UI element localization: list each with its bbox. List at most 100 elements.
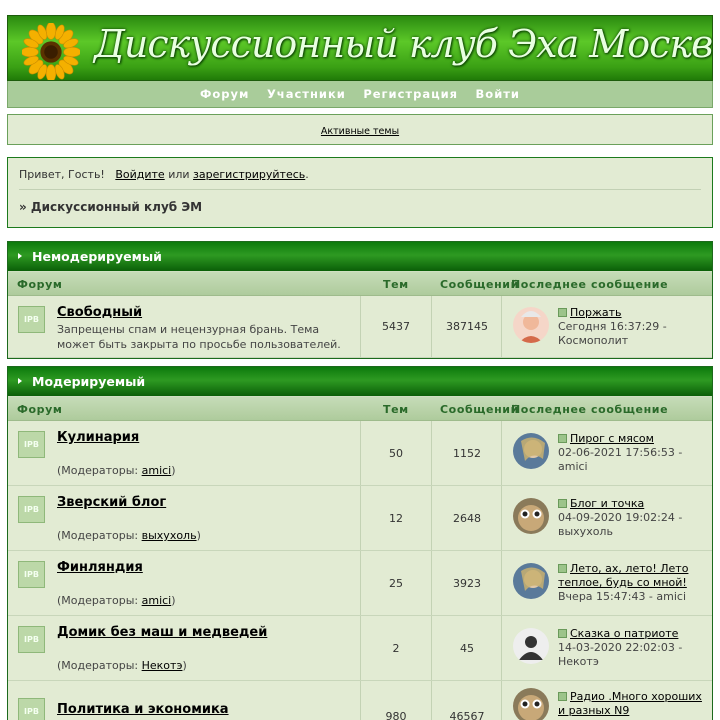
greeting-end: . [305, 168, 309, 181]
moderators-label: (Модераторы: [57, 529, 139, 542]
last-post-meta: Вчера 15:47:43 - amici [558, 590, 687, 603]
forum-status-icon: IPB [18, 698, 45, 720]
forum-moderators: (Модераторы: Некотэ) [57, 658, 357, 673]
col-last-post: Последнее сообщение [511, 403, 669, 416]
post-count: 1152 [453, 447, 481, 460]
forum-status-icon: IPB [18, 306, 45, 333]
category-header[interactable]: Немодерируемый [8, 242, 712, 271]
last-post-meta: Сегодня 16:37:29 - Космополит [558, 320, 667, 347]
last-post-link[interactable]: Блог и точка [570, 497, 644, 510]
user-avatar[interactable] [513, 307, 549, 343]
moderator-link[interactable]: amici [142, 594, 172, 607]
last-post-meta: 04-09-2020 19:02:24 - выхухоль [558, 511, 683, 538]
moderators-close: ) [171, 464, 176, 477]
moderator-link[interactable]: выхухоль [142, 529, 197, 542]
post-icon [558, 692, 567, 701]
category-header[interactable]: Модерируемый [8, 367, 712, 396]
forum-title-link[interactable]: Финляндия [57, 560, 143, 575]
last-post-link[interactable]: Пирог с мясом [570, 432, 654, 445]
moderator-link[interactable]: amici [142, 464, 172, 477]
moderators-label: (Модераторы: [57, 464, 139, 477]
topic-count: 50 [389, 447, 403, 460]
forum-title-link[interactable]: Свободный [57, 305, 142, 320]
greeting-text: Привет, Гость! [19, 168, 105, 181]
forum-row: IPB Свободный Запрещены спам и нецензурн… [8, 296, 712, 358]
sunflower-logo-icon [22, 23, 80, 80]
forum-row: IPB Кулинария (Модераторы: amici) 50 115… [8, 421, 712, 486]
active-topics-link[interactable]: Активные темы [321, 126, 399, 137]
col-posts: Сообщений [440, 403, 519, 416]
forum-status-icon: IPB [18, 626, 45, 653]
post-icon [558, 564, 567, 573]
forum-moderators: (Модераторы: выхухоль) [57, 528, 357, 543]
login-link[interactable]: Войдите [115, 168, 164, 181]
post-icon [558, 629, 567, 638]
main-navigation: Форум Участники Регистрация Войти [7, 81, 713, 108]
collapse-arrow-icon[interactable] [18, 252, 22, 259]
col-forum: Форум [17, 278, 63, 291]
register-link[interactable]: зарегистрируйтесь [193, 168, 305, 181]
forum-row: IPB Зверский блог (Модераторы: выхухоль)… [8, 486, 712, 551]
forum-moderators: (Модераторы: amici) [57, 593, 357, 608]
last-post-info: Блог и точка 04-09-2020 19:02:24 - выхух… [558, 497, 708, 539]
col-posts: Сообщений [440, 278, 519, 291]
collapse-arrow-icon[interactable] [18, 377, 22, 384]
col-topics: Тем [383, 278, 409, 291]
forum-title-link[interactable]: Кулинария [57, 430, 139, 445]
col-last-post: Последнее сообщение [511, 278, 669, 291]
column-headers: Форум Тем Сообщений Последнее сообщение [8, 271, 712, 296]
default-user-avatar-icon[interactable] [513, 628, 549, 664]
forum-status-icon: IPB [18, 561, 45, 588]
forum-title-link[interactable]: Домик без маш и медведей [57, 625, 267, 640]
category-title: Немодерируемый [32, 249, 162, 264]
site-logo-title: Дискуссионный клуб Эха Москвы [94, 22, 713, 66]
post-count: 387145 [446, 320, 488, 333]
last-post-info: Лето, ах, лето! Лето теплое, будь со мно… [558, 562, 708, 604]
user-info-box: Привет, Гость! Войдите или зарегистрируй… [7, 157, 713, 228]
topic-count: 2 [392, 642, 400, 655]
moderators-close: ) [171, 594, 176, 607]
post-count: 2648 [453, 512, 481, 525]
post-icon [558, 499, 567, 508]
moderators-label: (Модераторы: [57, 594, 139, 607]
post-icon [558, 308, 567, 317]
breadcrumb: » Дискуссионный клуб ЭМ [19, 200, 203, 214]
last-post-link[interactable]: Лето, ах, лето! Лето теплое, будь со мно… [558, 562, 688, 589]
moderators-close: ) [182, 659, 187, 672]
topic-count: 980 [385, 710, 407, 720]
user-avatar[interactable] [513, 688, 549, 720]
last-post-info: Сказка о патриоте 14-03-2020 22:02:03 - … [558, 627, 708, 669]
moderator-link[interactable]: Некотэ [142, 659, 183, 672]
forum-status-icon: IPB [18, 496, 45, 523]
topic-count: 12 [389, 512, 403, 525]
last-post-link[interactable]: Поржать [570, 306, 622, 319]
user-avatar[interactable] [513, 563, 549, 599]
guest-greeting: Привет, Гость! Войдите или зарегистрируй… [19, 168, 701, 181]
nav-register-link[interactable]: Регистрация [363, 87, 458, 101]
category-moderated: Модерируемый Форум Тем Сообщений Последн… [7, 366, 713, 720]
forum-title-link[interactable]: Политика и экономика [57, 702, 229, 717]
last-post-meta: 02-06-2021 17:56:53 - amici [558, 446, 683, 473]
nav-members-link[interactable]: Участники [267, 87, 346, 101]
topic-count: 25 [389, 577, 403, 590]
site-logo-banner[interactable]: Дискуссионный клуб Эха Москвы [7, 15, 713, 81]
nav-login-link[interactable]: Войти [476, 87, 520, 101]
last-post-info: Радио .Много хороших и разных N9 [558, 690, 708, 718]
category-title: Модерируемый [32, 374, 146, 389]
category-unmoderated: Немодерируемый Форум Тем Сообщений После… [7, 241, 713, 359]
forum-description: Запрещены спам и нецензурная брань. Тема… [57, 323, 341, 351]
forum-title-link[interactable]: Зверский блог [57, 495, 166, 510]
moderators-label: (Модераторы: [57, 659, 139, 672]
nav-forum-link[interactable]: Форум [200, 87, 249, 101]
col-topics: Тем [383, 403, 409, 416]
user-avatar[interactable] [513, 433, 549, 469]
post-count: 3923 [453, 577, 481, 590]
divider [19, 189, 701, 190]
column-headers: Форум Тем Сообщений Последнее сообщение [8, 396, 712, 421]
user-avatar[interactable] [513, 498, 549, 534]
last-post-link[interactable]: Радио .Много хороших и разных N9 [558, 690, 702, 717]
last-post-meta: 14-03-2020 22:02:03 - Некотэ [558, 641, 683, 668]
post-count: 46567 [449, 710, 485, 720]
last-post-link[interactable]: Сказка о патриоте [570, 627, 678, 640]
last-post-info: Поржать Сегодня 16:37:29 - Космополит [558, 306, 708, 348]
